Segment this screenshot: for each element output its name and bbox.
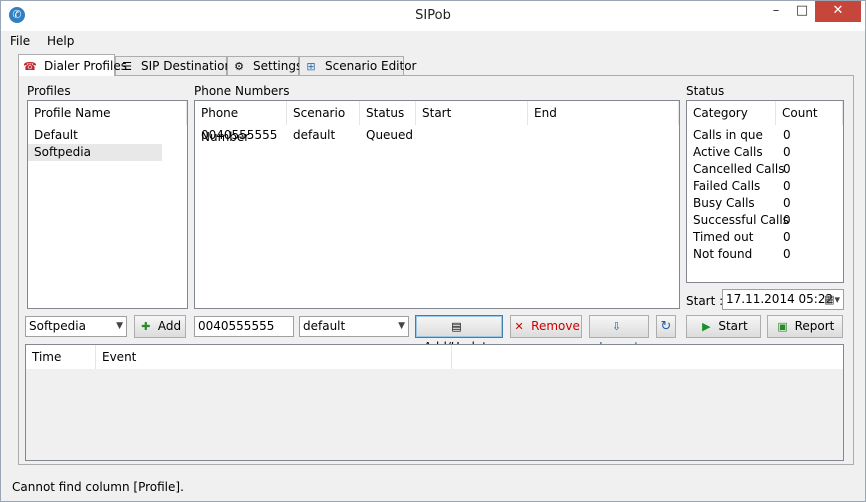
menu-help[interactable]: Help (47, 34, 74, 48)
count-cell: 0 (783, 128, 791, 142)
scenario-header[interactable]: Scenario (287, 101, 360, 125)
app-window: ✆ SIPob – □ ✕ File Help ☎ Dialer Profile… (0, 0, 866, 502)
remove-label: Remove (531, 319, 580, 333)
close-button[interactable]: ✕ (815, 1, 861, 22)
tab-dialer-profiles[interactable]: ☎ Dialer Profiles (18, 54, 127, 76)
minimize-button[interactable]: – (763, 1, 789, 22)
delete-icon: ✕ (514, 319, 524, 333)
scenario-select-value: default (303, 319, 346, 333)
maximize-button[interactable]: □ (789, 1, 815, 22)
tab-scenario-editor[interactable]: ⊞ Scenario Editor (299, 56, 417, 75)
category-header[interactable]: Category (687, 101, 776, 125)
time-header[interactable]: Time (26, 345, 96, 369)
status-message: Cannot find column [Profile]. (12, 480, 184, 494)
status-row: Not found 0 (687, 246, 843, 263)
event-header[interactable]: Event (96, 345, 452, 369)
profile-name-header[interactable]: Profile Name (28, 101, 187, 125)
phone-number-cell: 0040555555 (201, 128, 278, 142)
count-cell: 0 (783, 213, 791, 227)
count-cell: 0 (783, 145, 791, 159)
category-cell: Failed Calls (693, 179, 761, 193)
import-button[interactable]: ⇩Import (589, 315, 649, 354)
play-icon: ▶ (702, 319, 711, 333)
status-header[interactable]: Status (360, 101, 416, 125)
start-time-label: Start : (686, 294, 724, 308)
status-row: Busy Calls 0 (687, 195, 843, 212)
end-header[interactable]: End (528, 101, 679, 125)
scenario-cell: default (293, 128, 336, 142)
event-log[interactable]: Time Event (25, 344, 844, 461)
add-profile-button[interactable]: ✚ Add (134, 315, 186, 338)
calendar-icon[interactable]: ▦▾ (824, 290, 840, 309)
profiles-list[interactable]: Profile Name Default Softpedia (27, 100, 188, 309)
status-row: Calls in que 0 (687, 127, 843, 144)
phone-icon: ☎ (23, 60, 37, 73)
start-button-label: Start (718, 319, 748, 333)
category-cell: Timed out (693, 230, 754, 244)
status-row: Timed out 0 (687, 229, 843, 246)
menu-file[interactable]: File (10, 34, 30, 48)
status-list: Category Count Calls in que 0 Active Calls… (686, 100, 844, 283)
status-bar: Cannot find column [Profile]. (1, 473, 865, 501)
category-cell: Busy Calls (693, 196, 755, 210)
title-bar: ✆ SIPob – □ ✕ (1, 1, 865, 31)
status-row: Active Calls 0 (687, 144, 843, 161)
log-header-filler (452, 345, 843, 369)
start-datetime-picker[interactable]: 17.11.2014 05:22 ▦▾ (722, 289, 844, 310)
refresh-icon: ↻ (660, 319, 672, 334)
chevron-down-icon: ▼ (398, 321, 405, 331)
phone-number-header[interactable]: Phone Number (195, 101, 287, 144)
start-datetime-value: 17.11.2014 05:22 (726, 292, 834, 306)
refresh-button[interactable]: ↻ (656, 315, 676, 338)
count-cell: 0 (783, 230, 791, 244)
add-update-button[interactable]: ▤Add/Update (415, 315, 503, 354)
profile-select[interactable]: Softpedia ▼ (25, 316, 127, 337)
status-row: Failed Calls 0 (687, 178, 843, 195)
category-cell: Cancelled Calls (693, 162, 785, 176)
category-cell: Not found (693, 247, 753, 261)
start-button[interactable]: ▶ Start (686, 315, 761, 338)
gear-icon: ⚙ (234, 60, 244, 73)
profile-select-value: Softpedia (29, 319, 86, 333)
tab-sip-destinations[interactable]: ☰ SIP Destinations (115, 56, 238, 75)
phone-numbers-label: Phone Numbers (194, 84, 290, 98)
count-cell: 0 (783, 179, 791, 193)
profiles-label: Profiles (27, 84, 71, 98)
dialer-profiles-panel: Profiles Profile Name Default Softpedia … (18, 75, 854, 465)
list-item-selected[interactable]: Softpedia (28, 144, 162, 161)
count-cell: 0 (783, 196, 791, 210)
tab-settings[interactable]: ⚙ Settings (227, 56, 302, 75)
count-cell: 0 (783, 247, 791, 261)
category-cell: Successful Calls (693, 213, 789, 227)
start-header[interactable]: Start (416, 101, 528, 125)
add-icon: ✚ (141, 319, 151, 333)
status-row: Cancelled Calls 0 (687, 161, 843, 178)
scenario-select[interactable]: default ▼ (299, 316, 409, 337)
count-cell: 0 (783, 162, 791, 176)
chevron-down-icon: ▼ (116, 321, 123, 331)
phone-number-input[interactable]: 0040555555 (194, 316, 294, 337)
category-cell: Calls in que (693, 128, 763, 142)
add-profile-label: Add (157, 319, 182, 333)
flowchart-icon: ⊞ (306, 60, 316, 73)
report-button-label: Report (794, 319, 835, 333)
phone-numbers-list[interactable]: Phone Number Scenario Status Start End 0… (194, 100, 680, 309)
count-header[interactable]: Count (776, 101, 843, 125)
edit-list-icon: ▤ (451, 319, 462, 333)
status-label: Status (686, 84, 725, 98)
status-row: Successful Calls 0 (687, 212, 843, 229)
report-button[interactable]: ▣ Report (767, 315, 843, 338)
phone-number-value: 0040555555 (198, 319, 275, 333)
status-cell: Queued (366, 128, 414, 142)
remove-button[interactable]: ✕ Remove (510, 315, 582, 338)
category-cell: Active Calls (693, 145, 763, 159)
table-row[interactable]: 0040555555 default Queued (195, 127, 679, 144)
import-icon: ⇩ (611, 319, 622, 333)
report-icon: ▣ (777, 319, 788, 333)
list-item[interactable]: Default (34, 127, 162, 144)
window-title: SIPob (415, 8, 451, 23)
